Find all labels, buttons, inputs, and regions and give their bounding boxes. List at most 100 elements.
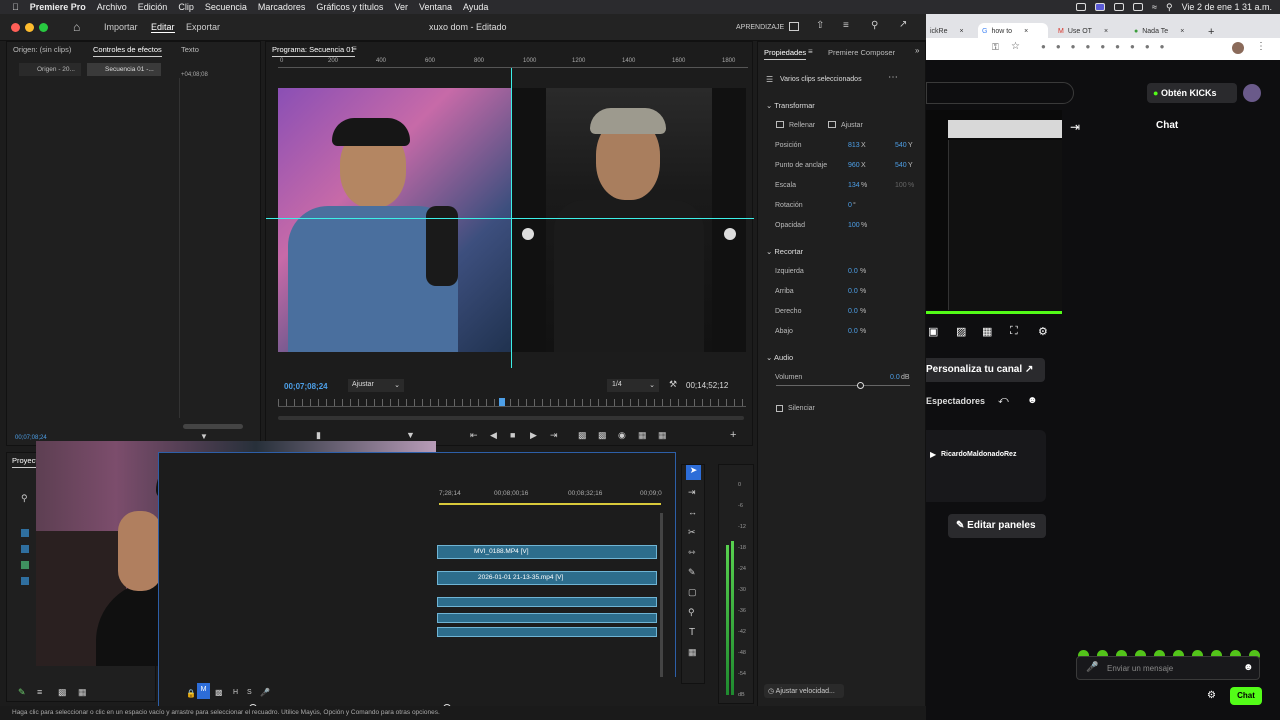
customize-channel-button[interactable]: Personaliza tu canal ↗ bbox=[926, 358, 1045, 382]
new-tab-icon[interactable]: + bbox=[1208, 26, 1214, 38]
type-tool-icon[interactable]: T bbox=[689, 627, 695, 638]
chat-message-input[interactable]: 🎤 Enviar un mensaje ☻ bbox=[1076, 656, 1260, 680]
bin-item-3[interactable] bbox=[21, 561, 29, 569]
zoom-button[interactable] bbox=[39, 23, 48, 32]
viewers-label[interactable]: Espectadores bbox=[926, 396, 985, 406]
more-options-icon[interactable]: ⋯ bbox=[888, 72, 898, 83]
panel-overflow-icon[interactable]: » bbox=[915, 46, 919, 55]
settings-icon[interactable]: ⚙ bbox=[1038, 325, 1048, 338]
crop-bottom-value[interactable]: 0.0 bbox=[848, 328, 858, 335]
ripple-tool-icon[interactable]: ↔ bbox=[688, 507, 697, 517]
menu-clip[interactable]: Clip bbox=[178, 2, 194, 12]
clip-v2[interactable]: MVI_0188.MP4 [V] bbox=[437, 545, 657, 559]
user-avatar[interactable] bbox=[1243, 84, 1261, 102]
fullscreen-icon[interactable]: ⛶ bbox=[1010, 325, 1018, 338]
chat-send-button[interactable]: Chat bbox=[1230, 687, 1262, 705]
add-button-icon[interactable]: + bbox=[730, 429, 736, 441]
close-icon[interactable]: × bbox=[1024, 28, 1028, 35]
key-icon[interactable]: ⚿ bbox=[992, 42, 999, 53]
battery-icon[interactable] bbox=[1133, 3, 1144, 11]
nav-export[interactable]: Exportar bbox=[186, 22, 220, 32]
anchor-x[interactable]: 960 bbox=[848, 162, 860, 169]
position-y[interactable]: 540 bbox=[895, 142, 907, 149]
collapse-chat-icon[interactable]: ⇥ bbox=[1070, 120, 1080, 134]
scale-value[interactable]: 134 bbox=[848, 182, 860, 189]
menu-edicion[interactable]: Edición bbox=[138, 2, 168, 12]
zoom-tool-icon[interactable]: ⚲ bbox=[688, 607, 695, 618]
crop-top-value[interactable]: 0.0 bbox=[848, 288, 858, 295]
fit-dropdown[interactable]: Ajustar ⌄ bbox=[348, 379, 404, 392]
multicam-icon[interactable]: ▦ bbox=[658, 430, 667, 441]
share-icon[interactable]: ⇧ bbox=[816, 20, 824, 31]
browser-tab-4[interactable]: ● Nada Te × bbox=[1130, 23, 1200, 39]
browser-tab-2[interactable]: Ghow to × bbox=[978, 23, 1048, 39]
close-icon[interactable]: × bbox=[1180, 28, 1184, 35]
bin-item-2[interactable] bbox=[21, 545, 29, 553]
extension-icons[interactable]: ●●●●●●●●● bbox=[1041, 42, 1175, 51]
user-add-icon[interactable]: ☻ bbox=[1027, 395, 1038, 406]
mic-icon[interactable]: 🎤 bbox=[260, 688, 270, 697]
bin-item-4[interactable] bbox=[21, 577, 29, 585]
fullscreen-icon[interactable]: ↗ bbox=[899, 19, 907, 30]
track-target-m[interactable]: M bbox=[197, 683, 210, 699]
emoji-picker-icon[interactable]: ☻ bbox=[1243, 662, 1254, 673]
tab-effect-controls[interactable]: Controles de efectos bbox=[93, 45, 162, 57]
clock[interactable]: Vie 2 de ene 1 31 a.m. bbox=[1182, 2, 1272, 12]
track-h[interactable]: H bbox=[233, 689, 238, 696]
mute-checkbox[interactable] bbox=[776, 405, 783, 412]
menu-ver[interactable]: Ver bbox=[394, 2, 408, 12]
audio-section[interactable]: ⌄ Audio bbox=[766, 353, 793, 362]
mic-icon[interactable]: 🎤 bbox=[1086, 662, 1098, 673]
stream-preview[interactable] bbox=[926, 110, 1062, 310]
share-icon[interactable]: ⤺ bbox=[998, 395, 1009, 406]
pencil-icon[interactable]: ✎ bbox=[18, 687, 26, 698]
go-to-out-icon[interactable]: ⇥ bbox=[550, 430, 558, 441]
audio-clip-1[interactable] bbox=[437, 597, 657, 607]
ec-scrollbar[interactable] bbox=[183, 424, 243, 429]
crop-section[interactable]: ⌄ Recortar bbox=[766, 247, 803, 256]
handle-left[interactable] bbox=[522, 228, 534, 240]
menu-graficos[interactable]: Gráficos y títulos bbox=[316, 2, 383, 12]
bin-item-1[interactable] bbox=[21, 529, 29, 537]
nav-edit[interactable]: Editar bbox=[151, 22, 175, 33]
anchor-y[interactable]: 540 bbox=[895, 162, 907, 169]
profile-avatar[interactable] bbox=[1232, 42, 1244, 54]
extract-icon[interactable]: ▩ bbox=[598, 430, 607, 441]
theater-icon[interactable]: ▣ bbox=[928, 325, 938, 338]
volume-knob[interactable] bbox=[857, 382, 864, 389]
compare-icon[interactable]: ▦ bbox=[638, 430, 647, 441]
clip-v1[interactable]: 2026-01-01 21-13-35.mp4 [V] bbox=[437, 571, 657, 585]
screen-record-icon[interactable] bbox=[1095, 3, 1106, 11]
lift-icon[interactable]: ▩ bbox=[578, 430, 587, 441]
panel-icon[interactable] bbox=[789, 22, 799, 31]
search-icon[interactable]: ⚲ bbox=[871, 20, 878, 31]
tab-premiere-composer[interactable]: Premiere Composer bbox=[828, 48, 895, 57]
edit-panels-button[interactable]: ✎ Editar paneles bbox=[948, 514, 1046, 538]
wrench-icon[interactable]: ⚒ bbox=[669, 379, 677, 390]
selection-tool-icon[interactable]: ➤ bbox=[686, 465, 701, 480]
step-forward-icon[interactable]: ▶ bbox=[530, 430, 537, 441]
menu-ayuda[interactable]: Ayuda bbox=[463, 2, 488, 12]
razor-tool-icon[interactable]: ✂ bbox=[688, 527, 696, 538]
position-x[interactable]: 813 bbox=[848, 142, 860, 149]
subtab-sequence[interactable]: Secuencia 01 -... bbox=[87, 63, 161, 76]
transform-section[interactable]: ⌄ Transformar bbox=[766, 101, 815, 110]
search-icon[interactable]: ⚲ bbox=[21, 493, 28, 504]
program-timebar[interactable] bbox=[278, 399, 746, 407]
fit-icon[interactable] bbox=[828, 121, 836, 128]
fill-icon[interactable] bbox=[776, 121, 784, 128]
menu-ventana[interactable]: Ventana bbox=[419, 2, 452, 12]
cloud-icon[interactable] bbox=[1114, 3, 1125, 11]
tab-properties[interactable]: Propiedades bbox=[764, 48, 807, 60]
program-current-time[interactable]: 00;07;08;24 bbox=[284, 382, 328, 391]
menu-secuencia[interactable]: Secuencia bbox=[205, 2, 247, 12]
pip-icon[interactable]: ▦ bbox=[982, 325, 992, 338]
fill-option[interactable]: Rellenar bbox=[789, 122, 815, 129]
quality-dropdown[interactable]: 1/4 ⌄ bbox=[607, 379, 659, 392]
program-video-frame[interactable] bbox=[278, 88, 746, 352]
track-toggle-icon[interactable]: ▩ bbox=[215, 688, 223, 697]
mark-in-icon[interactable]: ▮ bbox=[316, 430, 321, 441]
chat-settings-icon[interactable]: ⚙ bbox=[1207, 690, 1216, 701]
crop-right-value[interactable]: 0.0 bbox=[848, 308, 858, 315]
learning-button[interactable]: APRENDIZAJE bbox=[736, 24, 784, 31]
